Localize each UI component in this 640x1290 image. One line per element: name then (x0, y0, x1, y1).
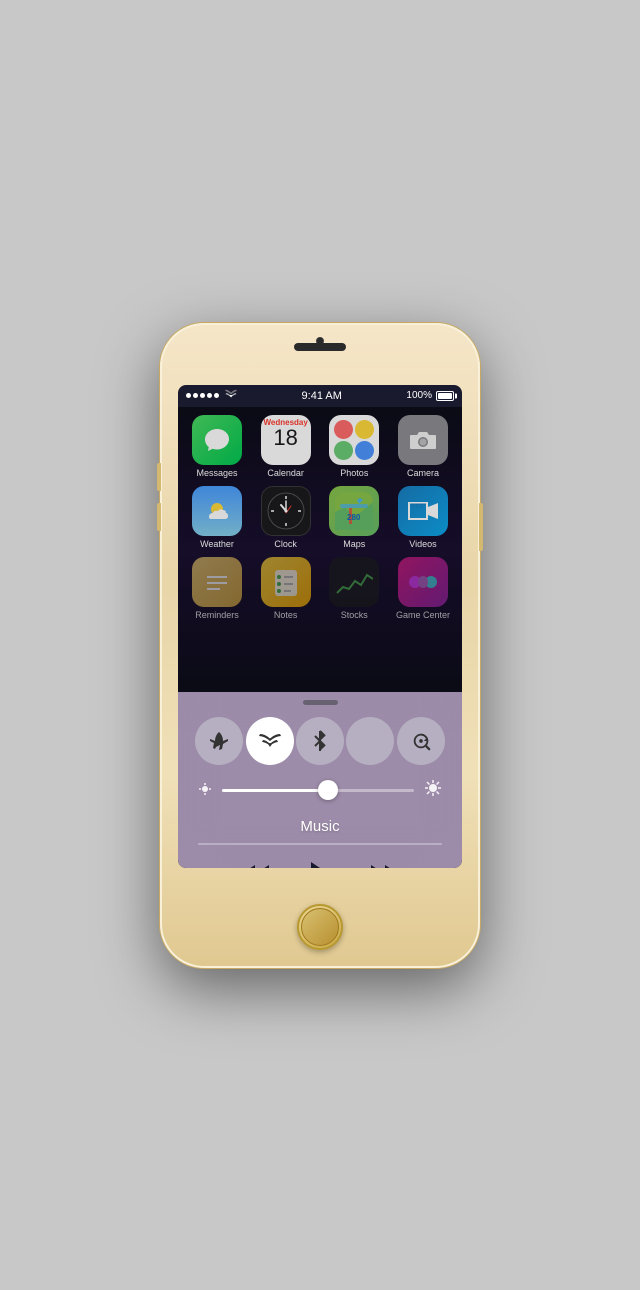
battery-percentage: 100% (406, 390, 432, 401)
play-button[interactable] (309, 861, 331, 868)
wifi-status-icon (225, 389, 237, 402)
clock-icon (261, 486, 311, 536)
control-center-handle[interactable] (178, 692, 462, 711)
calendar-day: 18 (273, 427, 297, 449)
app-row-1: Messages Wednesday 18 Calendar (186, 415, 454, 478)
wifi-toggle[interactable] (246, 717, 294, 765)
power-button[interactable] (479, 503, 483, 551)
notes-icon (261, 557, 311, 607)
app-row-2: Weather (186, 486, 454, 549)
app-reminders[interactable]: Reminders (186, 557, 248, 620)
app-row-3: Reminders Notes (186, 557, 454, 620)
photos-icon (329, 415, 379, 465)
clock-label: Clock (274, 539, 297, 549)
rotation-lock-toggle[interactable] (397, 717, 445, 765)
handle-bar (303, 700, 338, 705)
messages-label: Messages (196, 468, 237, 478)
status-battery: 100% (406, 390, 454, 401)
reminders-label: Reminders (195, 610, 239, 620)
brightness-low-icon (198, 782, 212, 799)
app-notes[interactable]: Notes (255, 557, 317, 620)
camera-label: Camera (407, 468, 439, 478)
app-weather[interactable]: Weather (186, 486, 248, 549)
music-section: Music (178, 810, 462, 868)
brightness-fill (222, 789, 328, 792)
videos-icon (398, 486, 448, 536)
music-title: Music (198, 818, 442, 835)
brightness-slider[interactable] (222, 789, 414, 792)
brightness-control (178, 771, 462, 810)
music-controls (198, 857, 442, 868)
app-clock[interactable]: Clock (255, 486, 317, 549)
cc-toggles-row (178, 711, 462, 771)
reminders-icon (192, 557, 242, 607)
home-button[interactable] (297, 904, 343, 950)
phone-screen: 9:41 AM 100% Messages (178, 385, 462, 868)
app-stocks[interactable]: Stocks (323, 557, 385, 620)
app-maps[interactable]: 280 Maps (323, 486, 385, 549)
app-photos[interactable]: Photos (323, 415, 385, 478)
status-bar: 9:41 AM 100% (178, 385, 462, 407)
volume-down-button[interactable] (157, 503, 161, 531)
status-time: 9:41 AM (302, 390, 342, 402)
stocks-icon (329, 557, 379, 607)
maps-label: Maps (343, 539, 365, 549)
fast-forward-button[interactable] (371, 863, 399, 868)
home-button-inner (301, 908, 339, 946)
status-signal (186, 389, 237, 402)
game-center-label: Game Center (396, 610, 450, 620)
messages-icon (192, 415, 242, 465)
bluetooth-toggle[interactable] (296, 717, 344, 765)
svg-text:280: 280 (347, 513, 361, 522)
music-progress-bar[interactable] (198, 843, 442, 845)
weather-label: Weather (200, 539, 234, 549)
weather-icon (192, 486, 242, 536)
app-camera[interactable]: Camera (392, 415, 454, 478)
app-game-center[interactable]: Game Center (392, 557, 454, 620)
calendar-label: Calendar (267, 468, 304, 478)
speaker-grille (294, 343, 346, 351)
app-videos[interactable]: Videos (392, 486, 454, 549)
brightness-high-icon (424, 779, 442, 802)
game-center-icon (398, 557, 448, 607)
rewind-button[interactable] (241, 863, 269, 868)
maps-icon: 280 (329, 486, 379, 536)
app-messages[interactable]: Messages (186, 415, 248, 478)
do-not-disturb-toggle[interactable] (346, 717, 394, 765)
app-calendar[interactable]: Wednesday 18 Calendar (255, 415, 317, 478)
videos-label: Videos (409, 539, 436, 549)
calendar-icon: Wednesday 18 (261, 415, 311, 465)
airplane-mode-toggle[interactable] (195, 717, 243, 765)
notes-label: Notes (274, 610, 298, 620)
photos-label: Photos (340, 468, 368, 478)
battery-icon (436, 391, 454, 401)
camera-icon (398, 415, 448, 465)
app-grid: Messages Wednesday 18 Calendar (178, 407, 462, 692)
brightness-thumb[interactable] (318, 780, 338, 800)
volume-up-button[interactable] (157, 463, 161, 491)
control-center: Music (178, 692, 462, 868)
stocks-label: Stocks (341, 610, 368, 620)
phone-device: 9:41 AM 100% Messages (160, 323, 480, 968)
